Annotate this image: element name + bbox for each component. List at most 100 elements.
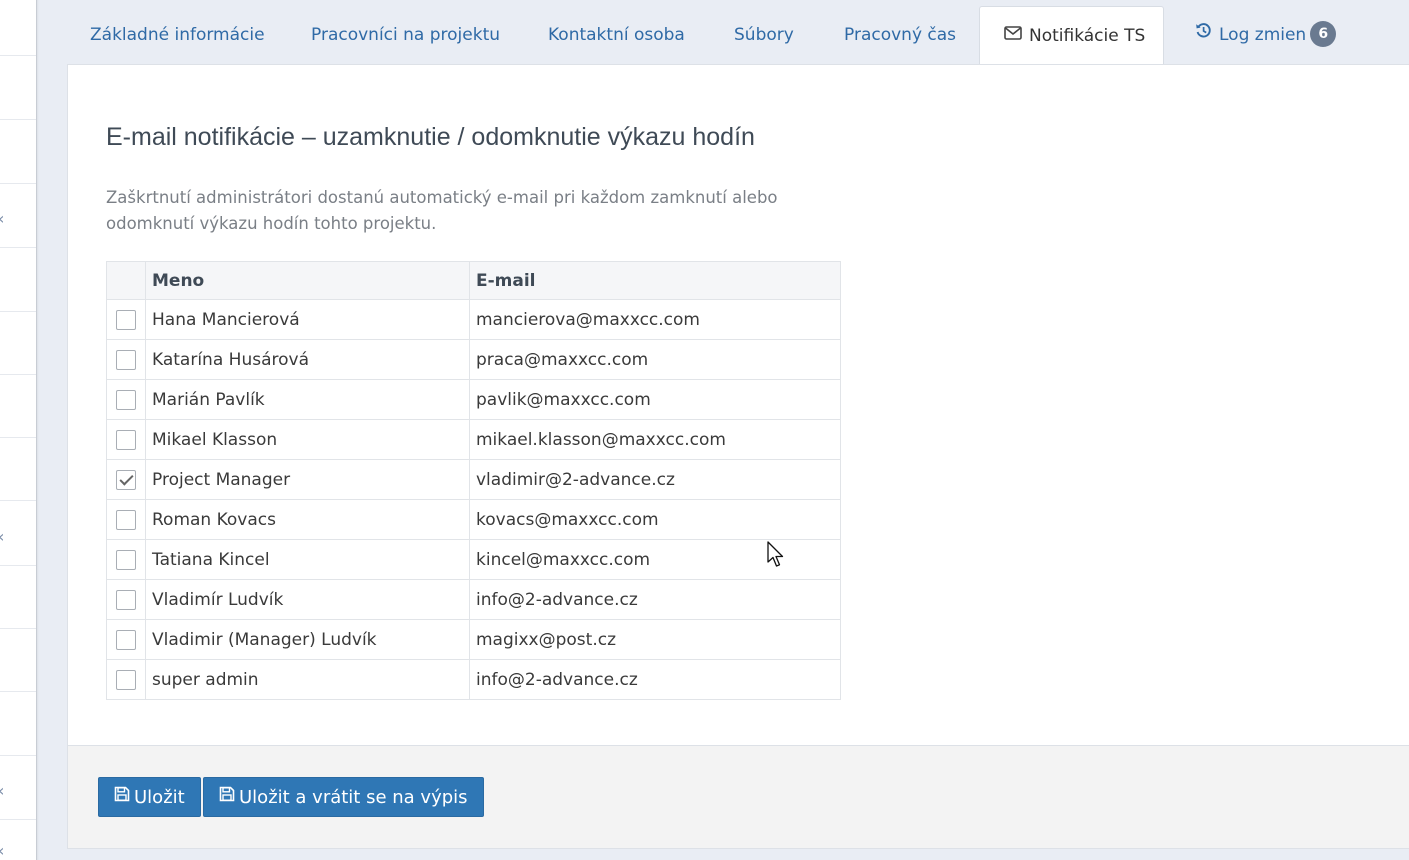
column-header-email: E-mail <box>469 261 841 300</box>
table-row: Vladimír Ludvík info@2-advance.cz <box>106 579 841 620</box>
tab-working-time[interactable]: Pracovný čas <box>844 6 956 64</box>
user-name-cell: Roman Kovacs <box>145 499 470 540</box>
user-name-cell: Katarína Husárová <box>145 339 470 380</box>
envelope-icon <box>1004 6 1022 64</box>
history-icon <box>1195 5 1212 63</box>
sidebar-divider <box>0 247 36 248</box>
notify-checkbox[interactable] <box>116 629 136 650</box>
user-name-cell: Tatiana Kincel <box>145 539 470 580</box>
sidebar-divider <box>0 374 36 375</box>
save-and-return-button[interactable]: Uložit a vrátit se na výpis <box>203 777 484 817</box>
user-email-cell: info@2-advance.cz <box>469 659 841 700</box>
sidebar-divider <box>0 565 36 566</box>
notify-checkbox[interactable] <box>116 549 136 570</box>
row-select-cell <box>106 299 146 340</box>
row-select-cell <box>106 379 146 420</box>
table-row: super admin info@2-advance.cz <box>106 659 841 700</box>
notify-checkbox[interactable] <box>116 309 136 330</box>
admin-notification-table: Meno E-mail Hana Mancierová mancierova@ma… <box>106 261 841 700</box>
row-select-cell <box>106 339 146 380</box>
table-row: Vladimir (Manager) Ludvík magixx@post.cz <box>106 619 841 660</box>
user-name-cell: Hana Mancierová <box>145 299 470 340</box>
sidebar-divider <box>0 691 36 692</box>
notifications-panel: E-mail notifikácie – uzamknutie / odomkn… <box>67 64 1409 746</box>
tab-label: Pracovný čas <box>844 25 957 45</box>
column-header-select <box>106 261 146 300</box>
chevron-left-icon[interactable]: ‹ <box>0 529 6 545</box>
tab-basic-info[interactable]: Základné informácie <box>90 6 265 64</box>
user-email-cell: magixx@post.cz <box>469 619 841 660</box>
tab-change-log[interactable]: Log zmien 6 <box>1195 5 1337 64</box>
user-name-cell: Mikael Klasson <box>145 419 470 460</box>
row-select-cell <box>106 419 146 460</box>
sidebar-divider <box>0 437 36 438</box>
description-text: Zaškrtnutí administrátori dostanú automa… <box>106 188 778 233</box>
notify-checkbox[interactable] <box>116 429 136 450</box>
tab-label: Kontaktní osoba <box>548 25 685 45</box>
save-button[interactable]: Uložit <box>98 777 201 817</box>
tab-contact-person[interactable]: Kontaktní osoba <box>548 6 685 64</box>
mouse-cursor-icon <box>767 541 787 573</box>
user-email-cell: mikael.klasson@maxxcc.com <box>469 419 841 460</box>
sidebar-divider <box>0 500 36 501</box>
sidebar-divider <box>0 628 36 629</box>
sidebar-shadow <box>36 0 39 860</box>
sidebar-divider <box>0 311 36 312</box>
tab-files[interactable]: Súbory <box>734 6 794 64</box>
chevron-left-icon[interactable]: ‹ <box>0 843 6 859</box>
user-name-cell: Vladimír Ludvík <box>145 579 470 620</box>
tab-label: Log zmien <box>1219 25 1307 45</box>
table-row: Katarína Husárová praca@maxxcc.com <box>106 339 841 380</box>
row-select-cell <box>106 459 146 500</box>
chevron-left-icon[interactable]: ‹ <box>0 783 6 799</box>
sidebar-divider <box>0 819 36 820</box>
row-select-cell <box>106 619 146 660</box>
tab-notifications-ts[interactable]: Notifikácie TS <box>979 6 1164 65</box>
sidebar-divider <box>0 55 36 56</box>
sidebar-divider <box>0 119 36 120</box>
notify-checkbox[interactable] <box>116 669 136 690</box>
save-and-return-button-label: Uložit a vrátit se na výpis <box>239 787 468 808</box>
row-select-cell <box>106 499 146 540</box>
table-row: Mikael Klasson mikael.klasson@maxxcc.com <box>106 419 841 460</box>
tab-label: Súbory <box>734 25 794 45</box>
sidebar-divider <box>0 755 36 756</box>
user-email-cell: pavlik@maxxcc.com <box>469 379 841 420</box>
table-row: Roman Kovacs kovacs@maxxcc.com <box>106 499 841 540</box>
sidebar: ‹ ‹ ‹ ‹ <box>0 0 37 860</box>
user-name-cell: Vladimir (Manager) Ludvík <box>145 619 470 660</box>
table-row: Hana Mancierová mancierova@maxxcc.com <box>106 299 841 340</box>
page-title: E-mail notifikácie – uzamknutie / odomkn… <box>106 123 755 151</box>
row-select-cell <box>106 539 146 580</box>
tab-label: Notifikácie TS <box>1029 26 1146 46</box>
user-email-cell: mancierova@maxxcc.com <box>469 299 841 340</box>
row-select-cell <box>106 659 146 700</box>
tab-label: Pracovníci na projektu <box>311 25 501 45</box>
save-button-label: Uložit <box>134 787 185 808</box>
change-count-badge: 6 <box>1310 20 1337 47</box>
notify-checkbox[interactable] <box>116 589 136 610</box>
notify-checkbox[interactable] <box>116 389 136 410</box>
form-footer: Uložit Uložit a vrátit se na výpis <box>67 745 1409 849</box>
user-name-cell: Marián Pavlík <box>145 379 470 420</box>
user-email-cell: vladimir@2-advance.cz <box>469 459 841 500</box>
table-row: Marián Pavlík pavlik@maxxcc.com <box>106 379 841 420</box>
row-select-cell <box>106 579 146 620</box>
tab-label: Základné informácie <box>90 25 265 45</box>
table-row: Tatiana Kincel kincel@maxxcc.com <box>106 539 841 580</box>
notify-checkbox[interactable] <box>116 509 136 530</box>
user-email-cell: praca@maxxcc.com <box>469 339 841 380</box>
chevron-left-icon[interactable]: ‹ <box>0 211 6 227</box>
user-email-cell: kovacs@maxxcc.com <box>469 499 841 540</box>
table-header-row: Meno E-mail <box>106 261 841 300</box>
notify-checkbox[interactable] <box>116 349 136 370</box>
user-name-cell: Project Manager <box>145 459 470 500</box>
floppy-disk-icon <box>219 777 235 817</box>
tab-project-workers[interactable]: Pracovníci na projektu <box>311 6 500 64</box>
tab-bar: Základné informácie Pracovníci na projek… <box>67 5 1409 65</box>
sidebar-divider <box>0 183 36 184</box>
floppy-disk-icon <box>114 777 130 817</box>
table-row: Project Manager vladimir@2-advance.cz <box>106 459 841 500</box>
column-header-name: Meno <box>145 261 470 300</box>
notify-checkbox[interactable] <box>116 469 136 490</box>
